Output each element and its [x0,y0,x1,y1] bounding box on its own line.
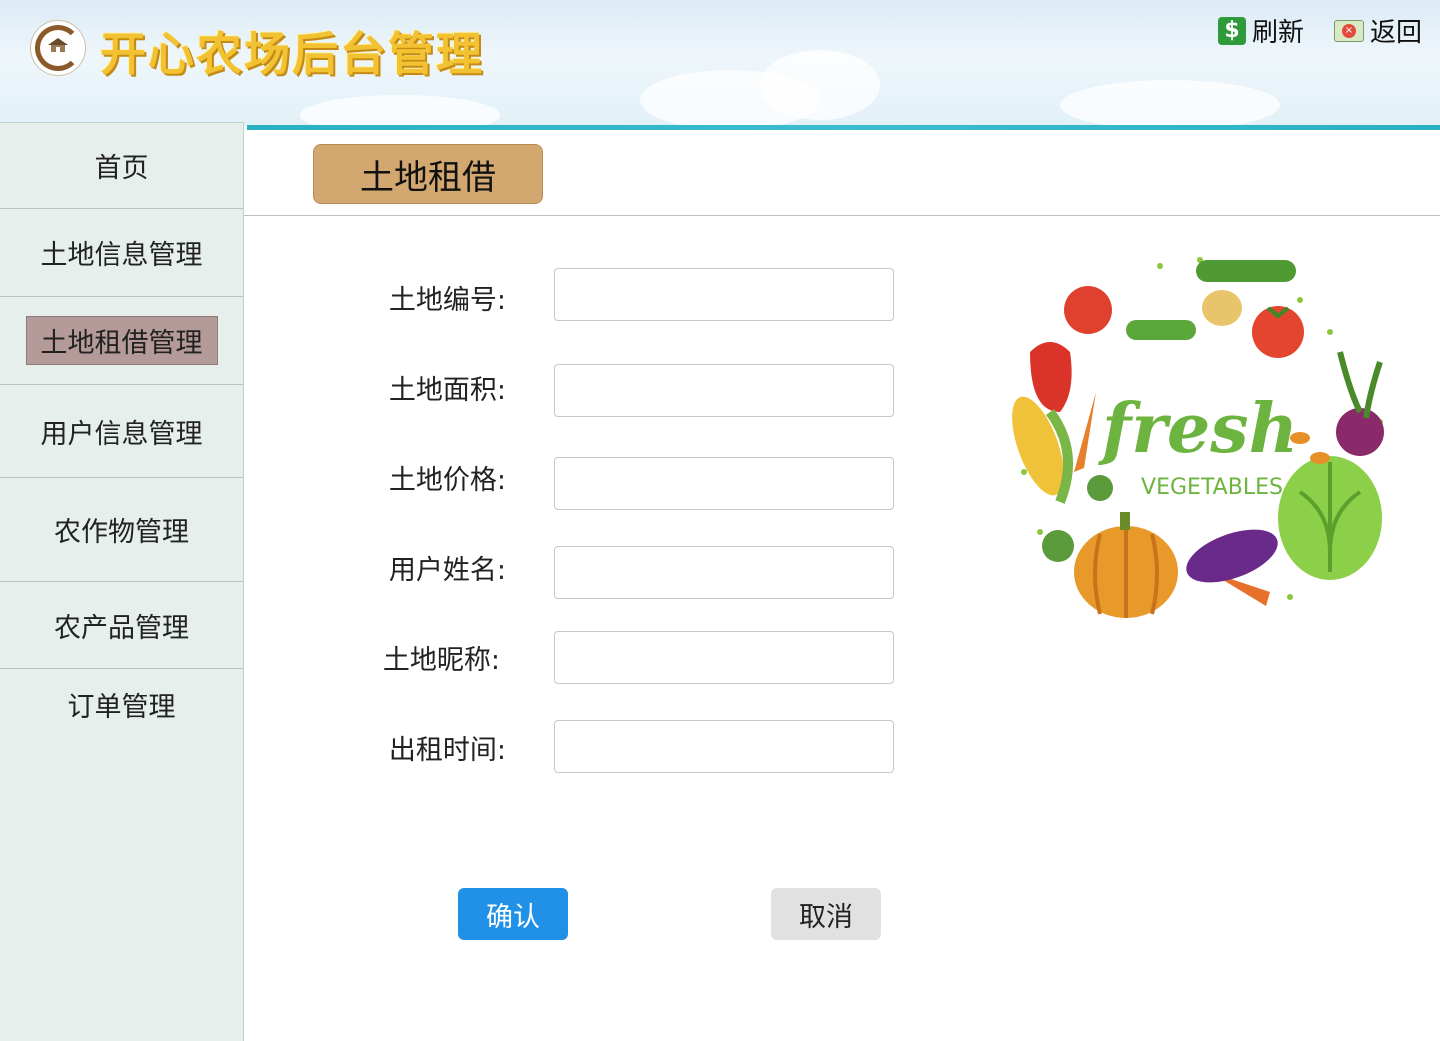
land-nickname-input[interactable] [554,631,894,684]
cloud-decoration [300,95,500,126]
lease-time-input[interactable] [554,720,894,773]
sidebar-item-home[interactable]: 首页 [0,123,243,209]
logo-icon [30,20,86,76]
land-price-input[interactable] [554,457,894,510]
sidebar-item-label: 土地租借管理 [25,316,218,365]
land-id-input[interactable] [554,268,894,321]
sidebar-item-crops[interactable]: 农作物管理 [0,478,243,582]
user-name-label: 用户姓名: [388,555,506,586]
land-area-input[interactable] [554,364,894,417]
land-nickname-label: 土地昵称: [382,645,500,676]
sidebar-item-user-info[interactable]: 用户信息管理 [0,385,243,478]
tab-label: 土地租借 [360,157,496,198]
sidebar-item-land-info[interactable]: 土地信息管理 [0,209,243,297]
cancel-button[interactable]: 取消 [771,888,881,940]
refresh-icon: $ [1218,16,1246,45]
land-id-label: 土地编号: [388,285,506,316]
tab-land-lease[interactable]: 土地租借 [313,144,543,204]
cancel-label: 取消 [799,901,853,933]
app-title: 开心农场后台管理 [100,27,484,81]
sidebar-item-label: 土地信息管理 [40,240,203,271]
main-top-accent-line [247,125,1440,130]
sidebar-item-label: 农作物管理 [54,517,189,548]
sidebar-item-label: 农产品管理 [54,612,189,644]
refresh-button[interactable]: $ 刷新 [1218,12,1304,49]
cloud-decoration [760,50,880,120]
refresh-label: 刷新 [1252,18,1305,48]
sidebar-item-products[interactable]: 农产品管理 [0,582,243,669]
sidebar-item-label: 订单管理 [67,692,176,723]
back-button[interactable]: × 返回 [1334,12,1422,49]
sidebar: 首页 土地信息管理 土地租借管理 用户信息管理 农作物管理 农产品管理 订单管理 [0,122,244,1041]
confirm-button[interactable]: 确认 [458,888,568,940]
sidebar-item-label: 首页 [94,153,149,184]
header-banner: 开心农场后台管理 $ 刷新 × 返回 [0,0,1440,126]
back-icon: × [1334,19,1364,42]
confirm-label: 确认 [486,901,540,933]
user-name-input[interactable] [554,546,894,599]
back-label: 返回 [1370,18,1423,48]
fresh-text: fresh [1098,389,1298,469]
lease-time-label: 出租时间: [388,735,506,766]
sidebar-item-land-lease[interactable]: 土地租借管理 [0,297,243,385]
divider [244,215,1440,216]
land-area-label: 土地面积: [388,375,506,406]
cloud-decoration [1060,80,1280,126]
land-price-label: 土地价格: [388,465,506,496]
vegetables-text: VEGETABLES [1141,475,1283,500]
sidebar-item-orders[interactable]: 订单管理 [0,669,243,741]
fresh-vegetables-image: fresh VEGETABLES [1000,242,1400,624]
sidebar-item-label: 用户信息管理 [40,418,203,450]
